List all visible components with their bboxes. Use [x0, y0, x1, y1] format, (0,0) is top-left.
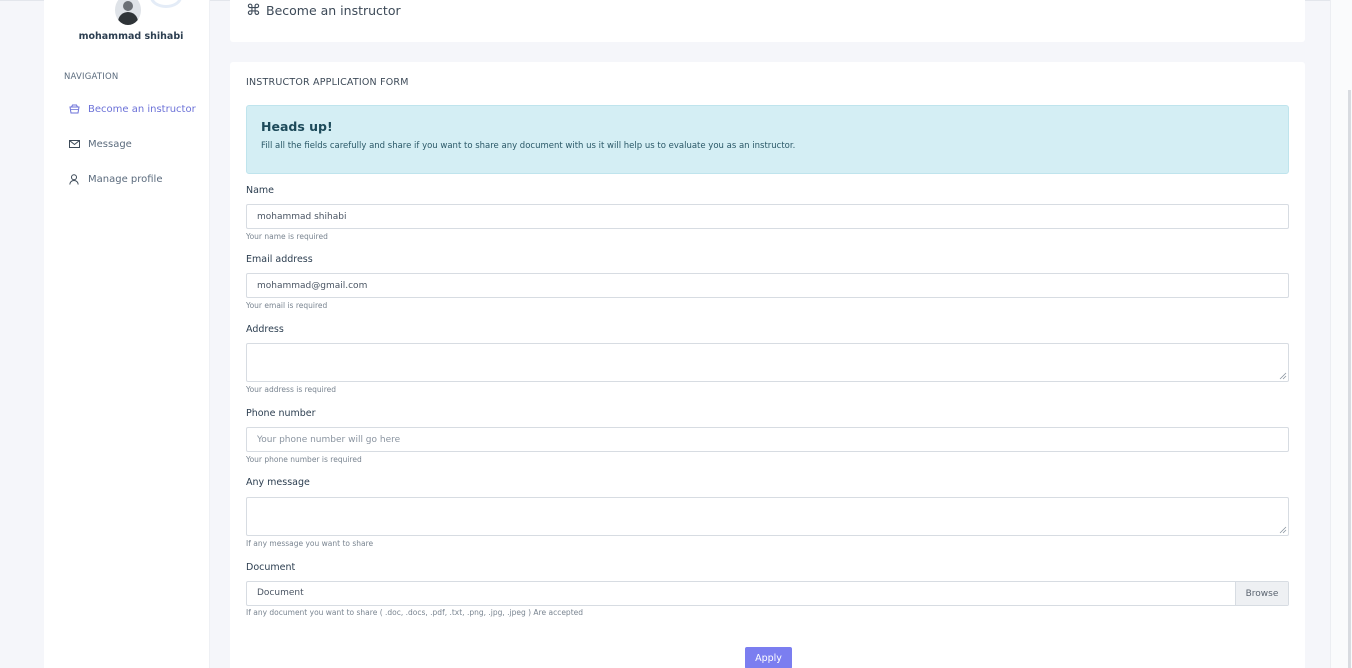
address-field[interactable] — [246, 343, 1289, 382]
message-help: If any message you want to share — [246, 539, 374, 548]
resize-handle-icon[interactable] — [1279, 372, 1287, 380]
page-title: ⌘ Become an instructor — [246, 1, 401, 19]
avatar-body — [118, 12, 138, 25]
nav-title: NAVIGATION — [64, 72, 119, 82]
status-bubble — [150, 0, 182, 8]
address-help: Your address is required — [246, 385, 337, 394]
form-title: INSTRUCTOR APPLICATION FORM — [246, 77, 409, 88]
sidebar-item-message[interactable]: Message — [64, 134, 210, 154]
info-alert: Heads up! Fill all the fields carefully … — [246, 105, 1289, 174]
email-help: Your email is required — [246, 301, 328, 310]
sidebar-item-manage-profile[interactable]: Manage profile — [64, 169, 210, 189]
resize-handle-icon[interactable] — [1279, 526, 1287, 534]
user-icon — [66, 172, 82, 186]
envelope-icon — [66, 137, 82, 151]
document-file-input[interactable]: Document Browse — [246, 581, 1289, 606]
avatar[interactable] — [115, 0, 141, 25]
phone-field[interactable]: Your phone number will go here — [246, 427, 1289, 452]
message-label: Any message — [246, 477, 310, 488]
avatar-head — [123, 1, 133, 11]
phone-label: Phone number — [246, 408, 316, 419]
email-label: Email address — [246, 254, 313, 265]
phone-help: Your phone number is required — [246, 455, 362, 464]
email-field[interactable]: mohammad@gmail.com — [246, 273, 1289, 298]
document-placeholder: Document — [257, 588, 304, 598]
sidebar-item-label: Become an instructor — [88, 103, 196, 115]
name-help: Your name is required — [246, 232, 328, 241]
sidebar-item-become-instructor[interactable]: Become an instructor — [64, 99, 210, 119]
scrollbar-thumb[interactable] — [1348, 90, 1351, 668]
message-field[interactable] — [246, 497, 1289, 536]
sidebar-item-label: Message — [88, 138, 132, 150]
sidebar: mohammad shihabi NAVIGATION Become an in… — [44, 0, 210, 668]
application-form-card: INSTRUCTOR APPLICATION FORM Heads up! Fi… — [230, 62, 1305, 668]
alert-text: Fill all the fields carefully and share … — [261, 141, 796, 151]
apply-button[interactable]: Apply — [745, 647, 792, 668]
page-header-card: ⌘ Become an instructor — [230, 0, 1305, 42]
browse-button[interactable]: Browse — [1235, 582, 1288, 605]
document-label: Document — [246, 562, 296, 573]
name-label: Name — [246, 185, 275, 196]
command-icon: ⌘ — [246, 1, 261, 19]
alert-heading: Heads up! — [261, 119, 333, 134]
username: mohammad shihabi — [78, 31, 184, 42]
basket-icon — [66, 102, 82, 116]
name-field[interactable]: mohammad shihabi — [246, 204, 1289, 229]
address-label: Address — [246, 324, 284, 335]
page-title-text: Become an instructor — [266, 2, 401, 18]
sidebar-item-label: Manage profile — [88, 173, 163, 185]
document-help: If any document you want to share ( .doc… — [246, 608, 584, 617]
